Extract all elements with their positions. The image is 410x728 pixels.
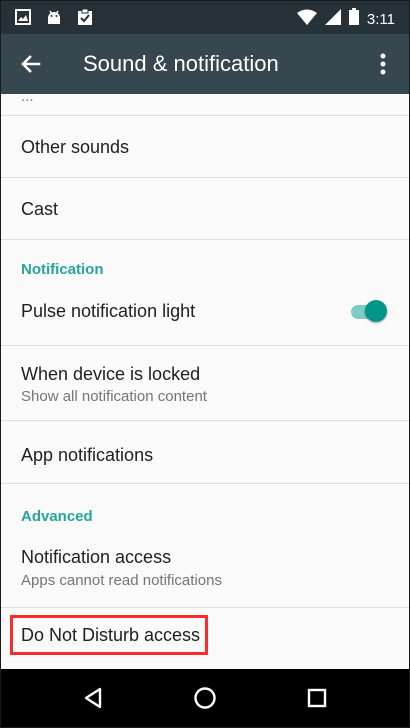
section-header: Notification	[21, 261, 104, 278]
back-button[interactable]	[17, 50, 45, 78]
list-item-subtitle: Apps cannot read notifications	[21, 572, 222, 589]
toggle-thumb	[365, 300, 387, 322]
list-item-other-sounds[interactable]: Other sounds	[1, 115, 409, 177]
list-item-title: Other sounds	[21, 137, 130, 157]
app-toolbar: Sound & notification	[1, 34, 409, 94]
back-triangle-icon	[79, 687, 109, 717]
partial-row: ...	[21, 94, 34, 105]
list-item-subtitle: Show all notification content	[21, 388, 207, 405]
clipboard-check-icon	[77, 8, 93, 31]
navigation-bar	[1, 669, 409, 727]
phone-frame: 3:11 Sound & notification ... Other soun…	[0, 0, 410, 728]
arrow-back-icon	[17, 55, 45, 82]
recents-square-icon	[302, 688, 332, 717]
more-options-button[interactable]	[371, 50, 395, 78]
page-title: Sound & notification	[83, 51, 279, 76]
list-item-notification-access[interactable]: Notification access Apps cannot read not…	[1, 525, 409, 607]
nav-home-button[interactable]	[190, 683, 220, 713]
list-item-title: When device is locked	[21, 364, 201, 384]
settings-list: ... Other sounds Cast Notification Pulse…	[1, 94, 409, 669]
list-item-cast[interactable]: Cast	[1, 177, 409, 239]
list-item-title: Pulse notification light	[21, 301, 196, 321]
home-circle-icon	[190, 687, 220, 717]
list-item-title: App notifications	[21, 445, 154, 465]
list-item-title: Cast	[21, 199, 59, 219]
image-icon	[15, 9, 31, 31]
list-item-app-notifications[interactable]: App notifications	[1, 420, 409, 483]
battery-icon	[348, 8, 359, 30]
list-item-title: Notification access	[21, 547, 172, 567]
nav-recents-button[interactable]	[302, 683, 332, 713]
list-item-title: Do Not Disturb access	[21, 625, 201, 645]
android-icon	[45, 9, 63, 31]
nav-back-button[interactable]	[79, 683, 109, 713]
more-vert-icon	[371, 53, 395, 82]
section-notification: Notification	[1, 239, 409, 281]
signal-icon	[324, 8, 341, 30]
section-header: Advanced	[21, 508, 93, 525]
wifi-icon	[296, 9, 317, 30]
list-item-device-locked[interactable]: When device is locked Show all notificat…	[1, 345, 409, 420]
status-bar: 3:11	[1, 1, 409, 34]
list-item-dnd-access[interactable]: Do Not Disturb access	[1, 607, 409, 669]
pulse-light-toggle[interactable]	[349, 300, 387, 322]
status-time: 3:11	[366, 10, 395, 28]
section-advanced: Advanced	[1, 483, 409, 525]
list-item-pulse-light[interactable]: Pulse notification light	[1, 281, 409, 345]
